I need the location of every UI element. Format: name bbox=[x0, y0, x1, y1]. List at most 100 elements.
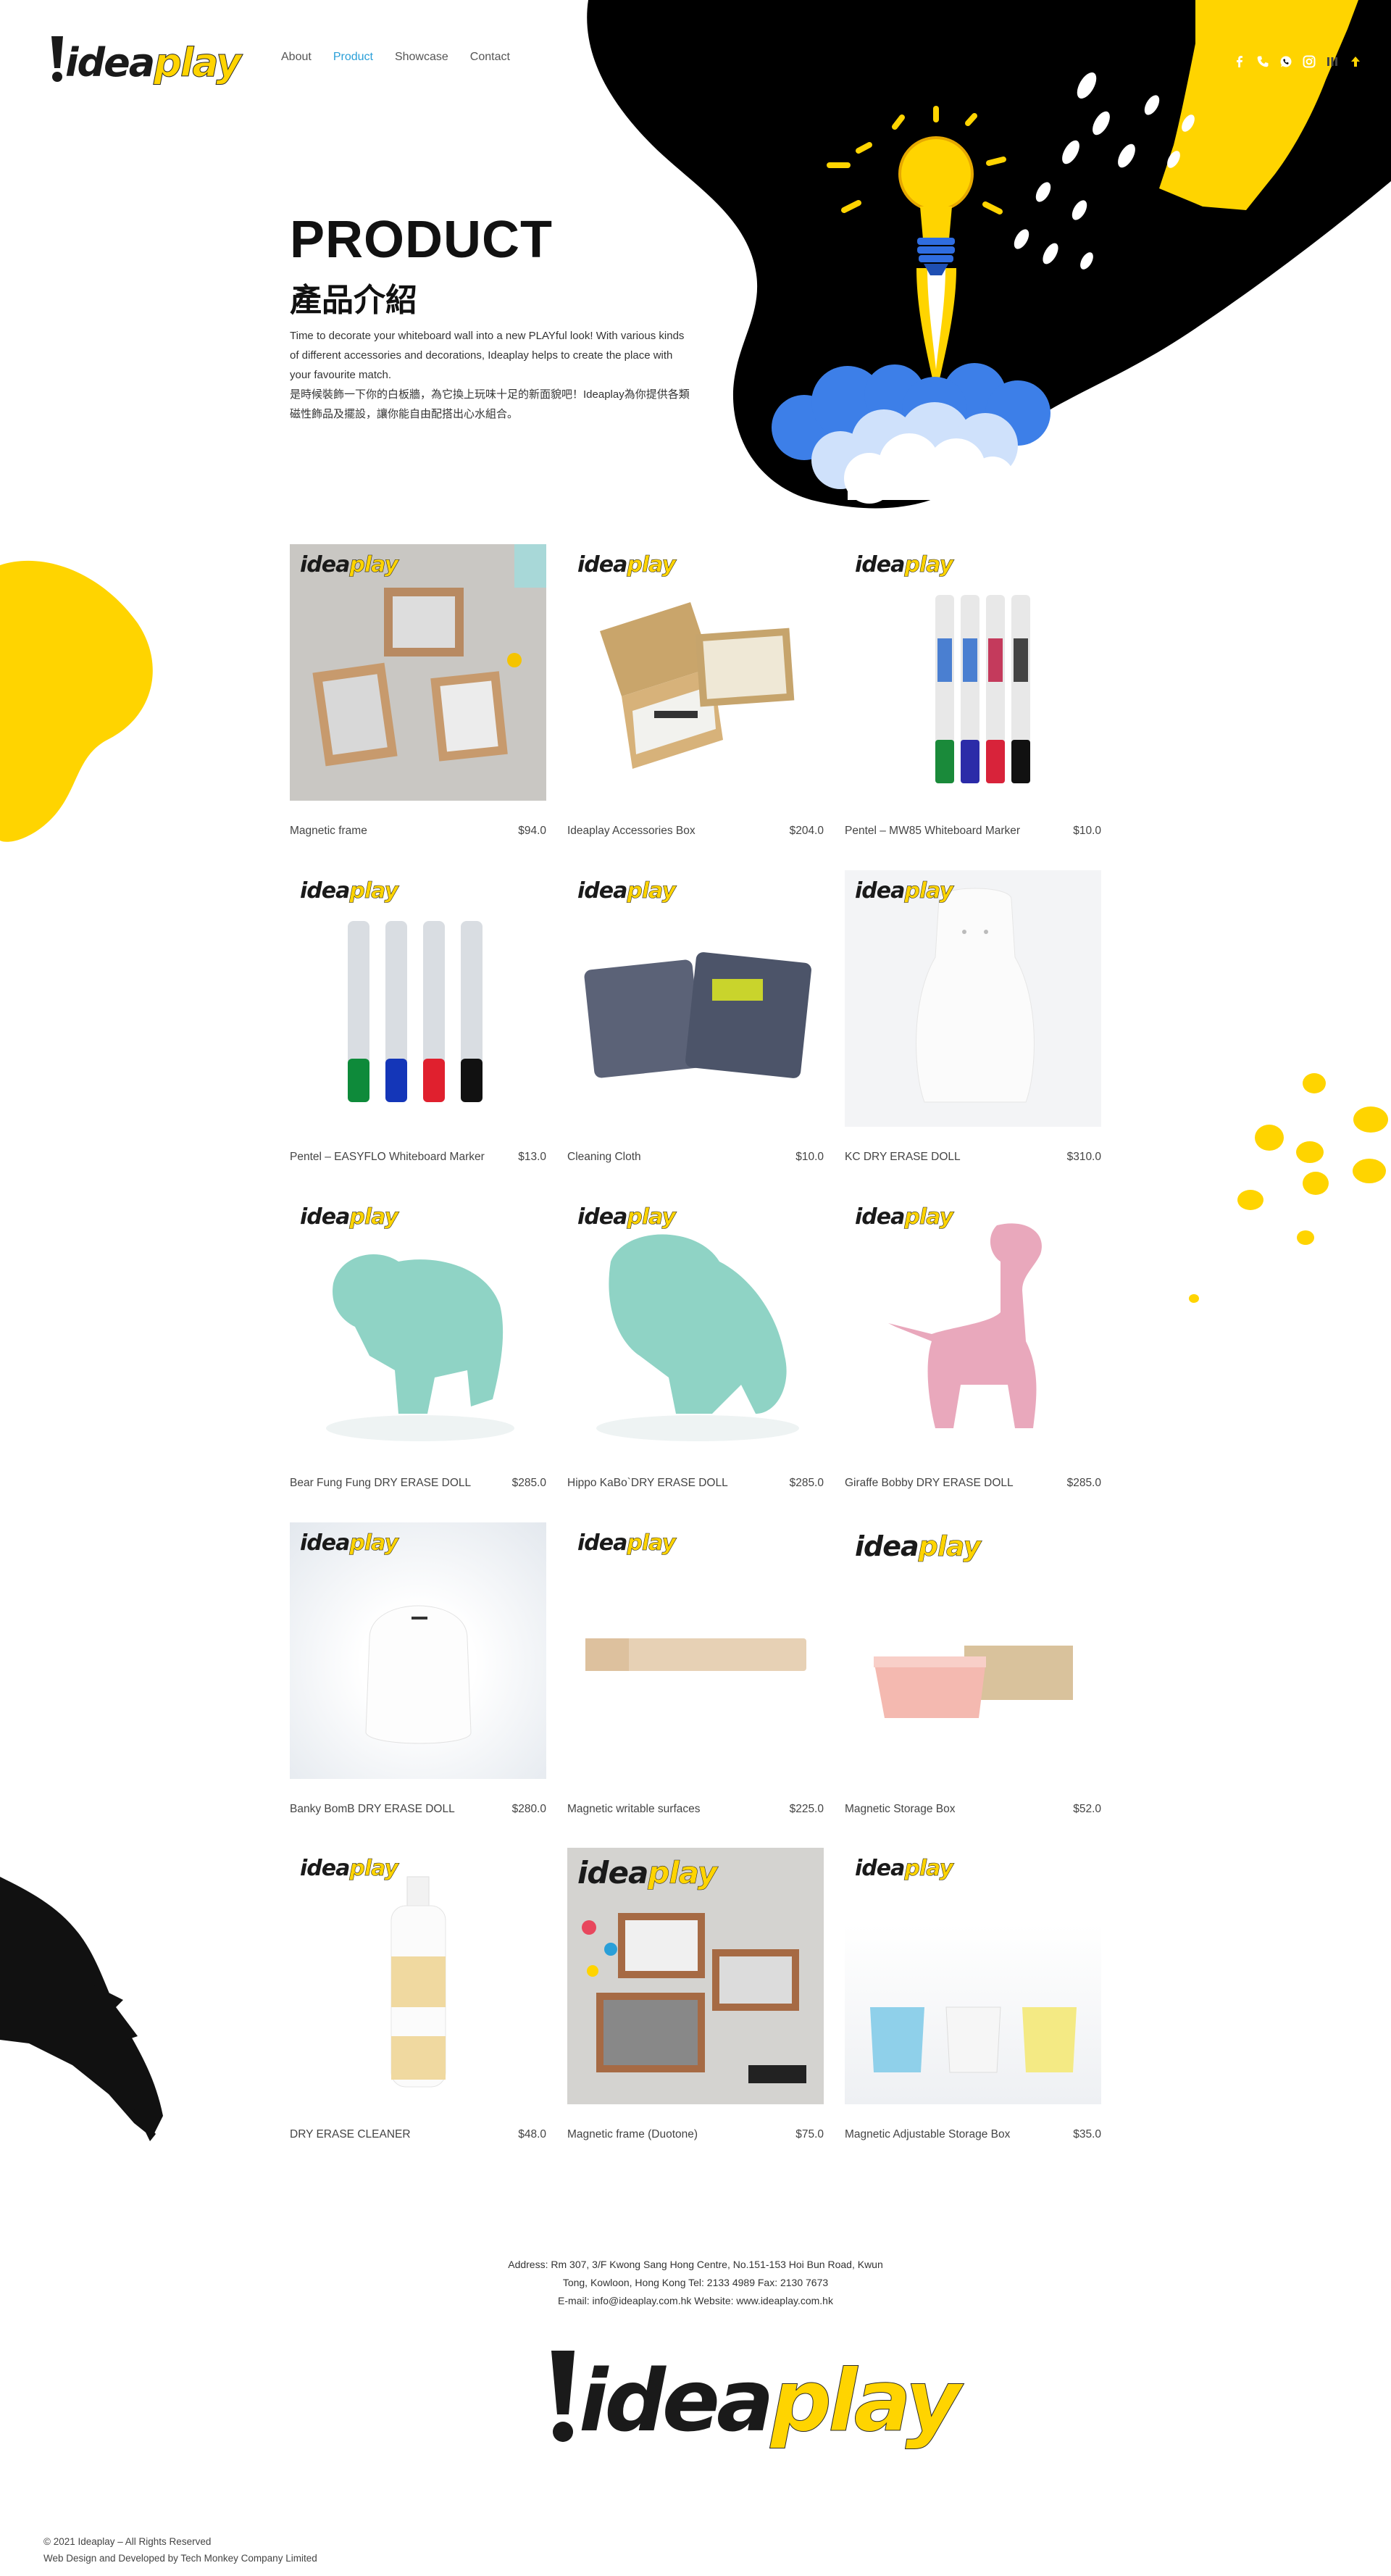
product-card[interactable]: ideaplay Giraffe Bobby DRY ERASE DOLL $28… bbox=[845, 1196, 1101, 1490]
product-name[interactable]: Magnetic Adjustable Storage Box bbox=[845, 2128, 1010, 2141]
page-title: PRODUCT bbox=[290, 211, 553, 269]
social-bar bbox=[1233, 55, 1362, 68]
nav-contact[interactable]: Contact bbox=[470, 51, 510, 64]
product-logo: ideaplay bbox=[300, 552, 398, 578]
product-meta: Magnetic writable surfaces $225.0 bbox=[567, 1803, 824, 1816]
product-logo: ideaplay bbox=[855, 878, 953, 904]
arrow-up-icon[interactable] bbox=[1349, 55, 1362, 68]
product-name[interactable]: Banky BomB DRY ERASE DOLL bbox=[290, 1803, 455, 1816]
product-image[interactable]: ideaplay bbox=[567, 1848, 824, 2104]
product-meta: Banky BomB DRY ERASE DOLL $280.0 bbox=[290, 1803, 546, 1816]
product-name[interactable]: KC DRY ERASE DOLL bbox=[845, 1151, 961, 1164]
product-image[interactable]: ideaplay bbox=[845, 1196, 1101, 1453]
hippo-doll-photo bbox=[596, 1234, 799, 1441]
product-card[interactable]: ideaplay Pentel – EASYFLO Whiteboard Mar… bbox=[290, 870, 546, 1164]
product-meta: Magnetic frame $94.0 bbox=[290, 825, 546, 838]
product-card[interactable]: ideaplay Pentel – MW85 Whiteboard Marker… bbox=[845, 544, 1101, 838]
product-name[interactable]: Cleaning Cloth bbox=[567, 1151, 641, 1164]
product-meta: Magnetic frame (Duotone) $75.0 bbox=[567, 2128, 824, 2141]
footer-address-line: Tong, Kowloon, Hong Kong Tel: 2133 4989 … bbox=[562, 2277, 829, 2288]
product-image[interactable]: ideaplay bbox=[567, 1522, 824, 1779]
product-card[interactable]: ideaplay Magnetic frame (Duotone) $75.0 bbox=[567, 1848, 824, 2141]
product-logo: ideaplay bbox=[855, 1530, 981, 1562]
product-image[interactable]: ideaplay bbox=[845, 544, 1101, 801]
product-image[interactable]: ideaplay bbox=[845, 1522, 1101, 1779]
product-price: $225.0 bbox=[789, 1803, 824, 1815]
product-price: $285.0 bbox=[1066, 1477, 1101, 1489]
footer-logo-wordmark: ideaplay bbox=[579, 2351, 961, 2451]
product-name[interactable]: DRY ERASE CLEANER bbox=[290, 2128, 411, 2141]
yellow-left-blob bbox=[0, 560, 153, 842]
product-name[interactable]: Ideaplay Accessories Box bbox=[567, 825, 696, 838]
product-name[interactable]: Pentel – MW85 Whiteboard Marker bbox=[845, 825, 1020, 838]
product-meta: KC DRY ERASE DOLL $310.0 bbox=[845, 1151, 1101, 1164]
product-price: $280.0 bbox=[511, 1803, 546, 1815]
product-logo: ideaplay bbox=[577, 1530, 676, 1556]
product-logo: ideaplay bbox=[577, 878, 676, 904]
nav-showcase[interactable]: Showcase bbox=[395, 51, 448, 64]
mw85-markers-photo bbox=[935, 595, 1030, 783]
nav-product[interactable]: Product bbox=[333, 51, 373, 64]
facebook-icon[interactable] bbox=[1233, 55, 1246, 68]
whatsapp-icon[interactable] bbox=[1279, 55, 1292, 68]
black-brush-left bbox=[0, 1877, 163, 2141]
adjustable-storage-photo bbox=[870, 2006, 1077, 2073]
banky-doll-photo bbox=[365, 1605, 472, 1744]
product-image[interactable]: ideaplay bbox=[567, 870, 824, 1127]
product-card[interactable]: ideaplay KC DRY ERASE DOLL $310.0 bbox=[845, 870, 1101, 1164]
writable-surfaces-photo bbox=[585, 1638, 806, 1671]
product-name[interactable]: Pentel – EASYFLO Whiteboard Marker bbox=[290, 1151, 485, 1164]
product-card[interactable]: ideaplay DRY ERASE CLEANER $48.0 bbox=[290, 1848, 546, 2141]
hero-description: Time to decorate your whiteboard wall in… bbox=[290, 326, 696, 424]
product-name[interactable]: Magnetic Storage Box bbox=[845, 1803, 956, 1816]
site-logo[interactable]: ideaplay bbox=[49, 32, 242, 86]
product-name[interactable]: Hippo KaBo`DRY ERASE DOLL bbox=[567, 1477, 728, 1490]
product-card[interactable]: ideaplay Magnetic Adjustable Storage Box… bbox=[845, 1848, 1101, 2141]
product-image[interactable]: ideaplay bbox=[290, 1196, 546, 1453]
product-card[interactable]: ideaplay Banky BomB DRY ERASE DOLL $280.0 bbox=[290, 1522, 546, 1816]
product-name[interactable]: Giraffe Bobby DRY ERASE DOLL bbox=[845, 1477, 1014, 1490]
cleaning-cloth-photo bbox=[584, 952, 811, 1078]
product-card[interactable]: ideaplay Hippo KaBo`DRY ERASE DOLL $285.0 bbox=[567, 1196, 824, 1490]
copyright: © 2021 Ideaplay – All Rights Reserved We… bbox=[43, 2533, 317, 2567]
product-image[interactable]: ideaplay bbox=[290, 870, 546, 1127]
product-name[interactable]: Magnetic writable surfaces bbox=[567, 1803, 701, 1816]
product-name[interactable]: Magnetic frame (Duotone) bbox=[567, 2128, 698, 2141]
yellow-dots-right bbox=[1189, 1073, 1388, 1303]
product-image[interactable]: ideaplay bbox=[290, 1522, 546, 1779]
menu-icon[interactable] bbox=[1326, 55, 1339, 68]
instagram-icon[interactable] bbox=[1303, 55, 1316, 68]
product-card[interactable]: ideaplay Ideaplay Accessories Box $204.0 bbox=[567, 544, 824, 838]
product-image[interactable]: ideaplay bbox=[567, 1196, 824, 1453]
hero-description-en: Time to decorate your whiteboard wall in… bbox=[290, 330, 685, 381]
product-price: $48.0 bbox=[518, 2128, 546, 2141]
footer-logo[interactable]: ideaplay bbox=[547, 2342, 961, 2451]
product-card[interactable]: ideaplay Magnetic Storage Box $52.0 bbox=[845, 1522, 1101, 1816]
product-price: $10.0 bbox=[795, 1151, 824, 1163]
magnetic-frame-photo bbox=[312, 544, 546, 767]
copyright-text: © 2021 Ideaplay – All Rights Reserved bbox=[43, 2536, 212, 2547]
product-logo: ideaplay bbox=[577, 552, 676, 578]
product-price: $285.0 bbox=[789, 1477, 824, 1489]
product-price: $10.0 bbox=[1073, 825, 1101, 837]
product-name[interactable]: Bear Fung Fung DRY ERASE DOLL bbox=[290, 1477, 471, 1490]
product-image[interactable]: ideaplay bbox=[290, 544, 546, 801]
product-card[interactable]: ideaplay Magnetic writable surfaces $225.… bbox=[567, 1522, 824, 1816]
giraffe-doll-photo bbox=[888, 1223, 1042, 1428]
product-price: $35.0 bbox=[1073, 2128, 1101, 2141]
product-image[interactable]: ideaplay bbox=[567, 544, 824, 801]
product-card[interactable]: ideaplay Magnetic frame $94.0 bbox=[290, 544, 546, 838]
product-card[interactable]: ideaplay Bear Fung Fung DRY ERASE DOLL $2… bbox=[290, 1196, 546, 1490]
product-meta: Bear Fung Fung DRY ERASE DOLL $285.0 bbox=[290, 1477, 546, 1490]
product-card[interactable]: ideaplay Cleaning Cloth $10.0 bbox=[567, 870, 824, 1164]
product-price: $310.0 bbox=[1066, 1151, 1101, 1163]
product-image[interactable]: ideaplay bbox=[290, 1848, 546, 2104]
nav-about[interactable]: About bbox=[281, 51, 312, 64]
product-name[interactable]: Magnetic frame bbox=[290, 825, 367, 838]
product-image[interactable]: ideaplay bbox=[845, 870, 1101, 1127]
hero-description-zh: 是時候裝飾一下你的白板牆，為它換上玩味十足的新面貌吧！Ideaplay為你提供各… bbox=[290, 388, 690, 420]
dry-erase-cleaner-photo bbox=[390, 1876, 446, 2088]
phone-icon[interactable] bbox=[1256, 55, 1269, 68]
product-image[interactable]: ideaplay bbox=[845, 1848, 1101, 2104]
logo-wordmark: ideaplay bbox=[65, 40, 242, 86]
